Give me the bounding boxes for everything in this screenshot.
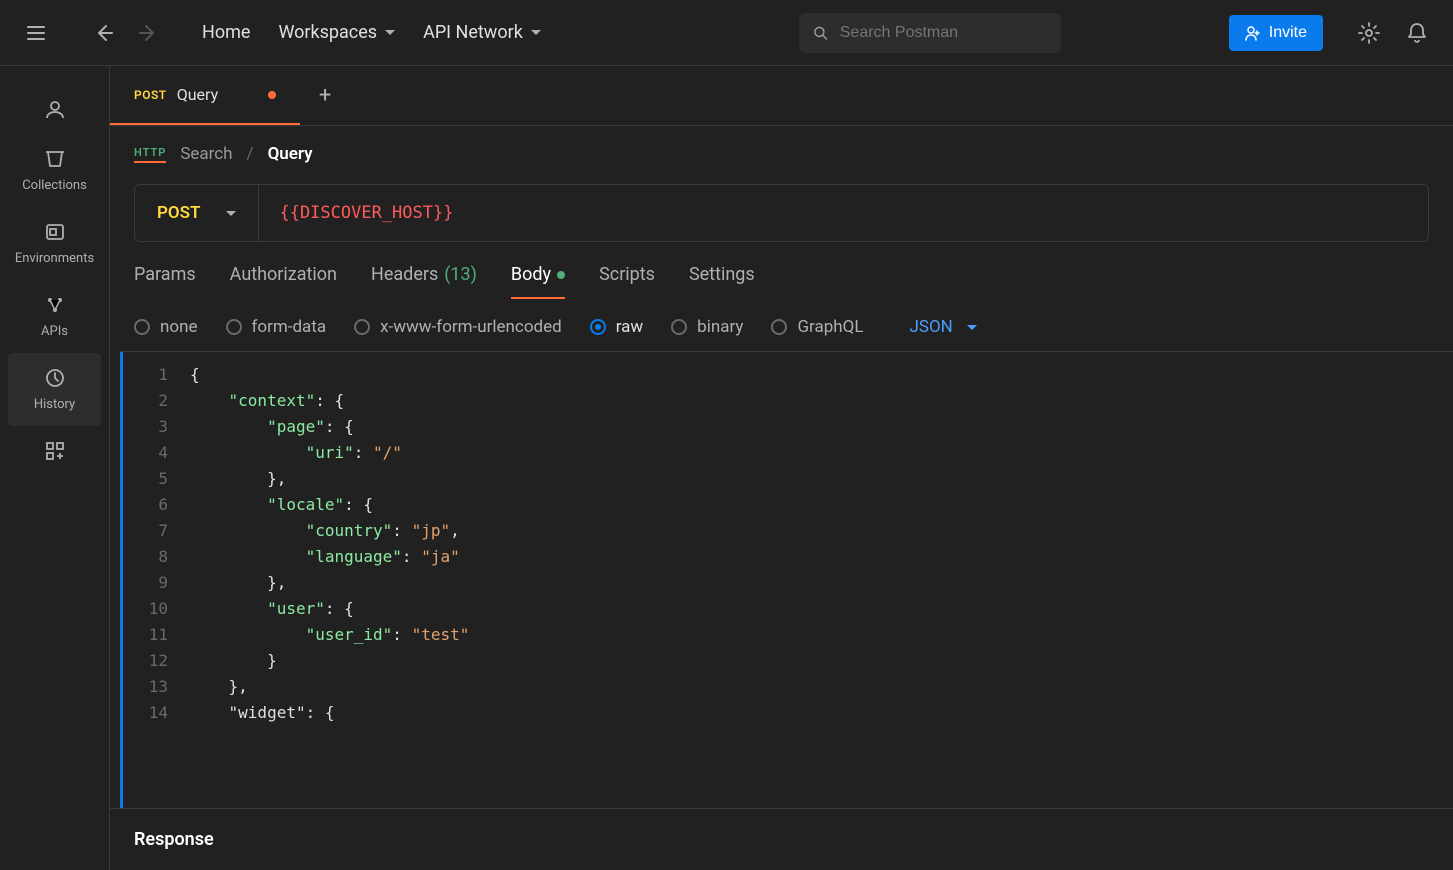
sidebar-item-history[interactable]: History: [8, 353, 101, 426]
back-button[interactable]: [86, 15, 122, 51]
invite-button[interactable]: Invite: [1229, 15, 1323, 51]
request-tab[interactable]: POST Query: [110, 66, 300, 125]
sidebar-item-label: Environments: [15, 251, 94, 266]
grid-plus-icon: [44, 440, 66, 462]
breadcrumb-parent[interactable]: Search: [180, 144, 232, 164]
radio-icon: [134, 319, 150, 335]
body-type-graphql[interactable]: GraphQL: [771, 317, 863, 337]
code-editor[interactable]: 1234567891011121314 { "context": { "page…: [120, 351, 1453, 808]
body-type-raw[interactable]: raw: [590, 317, 643, 337]
notifications-icon[interactable]: [1399, 15, 1435, 51]
body-type-form-data[interactable]: form-data: [226, 317, 327, 337]
invite-icon: [1245, 25, 1261, 41]
tab-params[interactable]: Params: [134, 264, 196, 299]
chevron-down-icon: [385, 30, 395, 35]
body-active-indicator-icon: [557, 271, 565, 279]
language-select[interactable]: JSON: [909, 317, 976, 337]
headers-count: (13): [444, 264, 477, 285]
tab-method: POST: [134, 88, 167, 102]
url-variable: {{DISCOVER_HOST}}: [279, 203, 453, 223]
tab-title: Query: [177, 85, 218, 104]
radio-icon: [590, 319, 606, 335]
line-numbers: 1234567891011121314: [120, 352, 182, 808]
settings-icon[interactable]: [1351, 15, 1387, 51]
history-icon: [44, 367, 66, 389]
tab-headers[interactable]: Headers (13): [371, 264, 477, 299]
environments-icon: [44, 221, 66, 243]
search-input[interactable]: [840, 24, 1047, 42]
unsaved-indicator-icon: [268, 91, 276, 99]
hamburger-icon[interactable]: [18, 15, 54, 51]
tabs-row: POST Query +: [110, 66, 1453, 126]
radio-icon: [226, 319, 242, 335]
radio-icon: [671, 319, 687, 335]
nav-api-network[interactable]: API Network: [423, 22, 541, 43]
chevron-down-icon: [226, 211, 236, 216]
sidebar-item-collections[interactable]: Collections: [0, 134, 109, 207]
chevron-down-icon: [967, 325, 977, 330]
response-panel-header[interactable]: Response: [110, 808, 1453, 870]
sidebar-item-label: APIs: [41, 324, 68, 339]
sidebar-item-more[interactable]: [0, 426, 109, 476]
tab-authorization[interactable]: Authorization: [230, 264, 337, 299]
body-type-none[interactable]: none: [134, 317, 198, 337]
url-bar: POST {{DISCOVER_HOST}}: [134, 184, 1429, 242]
http-badge-icon: HTTP: [134, 146, 166, 163]
url-input[interactable]: {{DISCOVER_HOST}}: [259, 185, 1428, 241]
nav-links: Home Workspaces API Network: [202, 22, 541, 43]
tab-settings[interactable]: Settings: [689, 264, 755, 299]
breadcrumb-current: Query: [268, 144, 313, 164]
topbar-right-icons: [1351, 15, 1435, 51]
sidebar-item-profile[interactable]: [0, 84, 109, 134]
sidebar: Collections Environments APIs History: [0, 66, 110, 870]
breadcrumb: HTTP Search / Query: [110, 126, 1453, 176]
nav-workspaces[interactable]: Workspaces: [278, 22, 395, 43]
body-type-urlencoded[interactable]: x-www-form-urlencoded: [354, 317, 562, 337]
chevron-down-icon: [531, 30, 541, 35]
sidebar-item-label: History: [34, 397, 75, 412]
collections-icon: [44, 148, 66, 170]
request-tabs: Params Authorization Headers (13) Body S…: [110, 242, 1453, 299]
tab-body[interactable]: Body: [511, 264, 565, 299]
body-type-row: none form-data x-www-form-urlencoded raw…: [110, 299, 1453, 351]
radio-icon: [354, 319, 370, 335]
sidebar-item-environments[interactable]: Environments: [0, 207, 109, 280]
search-icon: [813, 23, 828, 43]
forward-button[interactable]: [130, 15, 166, 51]
topbar: Home Workspaces API Network Invite: [0, 0, 1453, 66]
add-tab-button[interactable]: +: [300, 66, 350, 125]
search-box[interactable]: [799, 13, 1061, 53]
apis-icon: [44, 294, 66, 316]
content-area: POST Query + HTTP Search / Query POST {{…: [110, 66, 1453, 870]
user-icon: [44, 98, 66, 120]
radio-icon: [771, 319, 787, 335]
method-select[interactable]: POST: [135, 185, 259, 241]
nav-home[interactable]: Home: [202, 22, 250, 43]
tab-scripts[interactable]: Scripts: [599, 264, 655, 299]
sidebar-item-apis[interactable]: APIs: [0, 280, 109, 353]
sidebar-item-label: Collections: [22, 178, 87, 193]
breadcrumb-separator: /: [247, 144, 254, 164]
body-type-binary[interactable]: binary: [671, 317, 743, 337]
code-content[interactable]: { "context": { "page": { "uri": "/" }, "…: [182, 352, 1453, 808]
